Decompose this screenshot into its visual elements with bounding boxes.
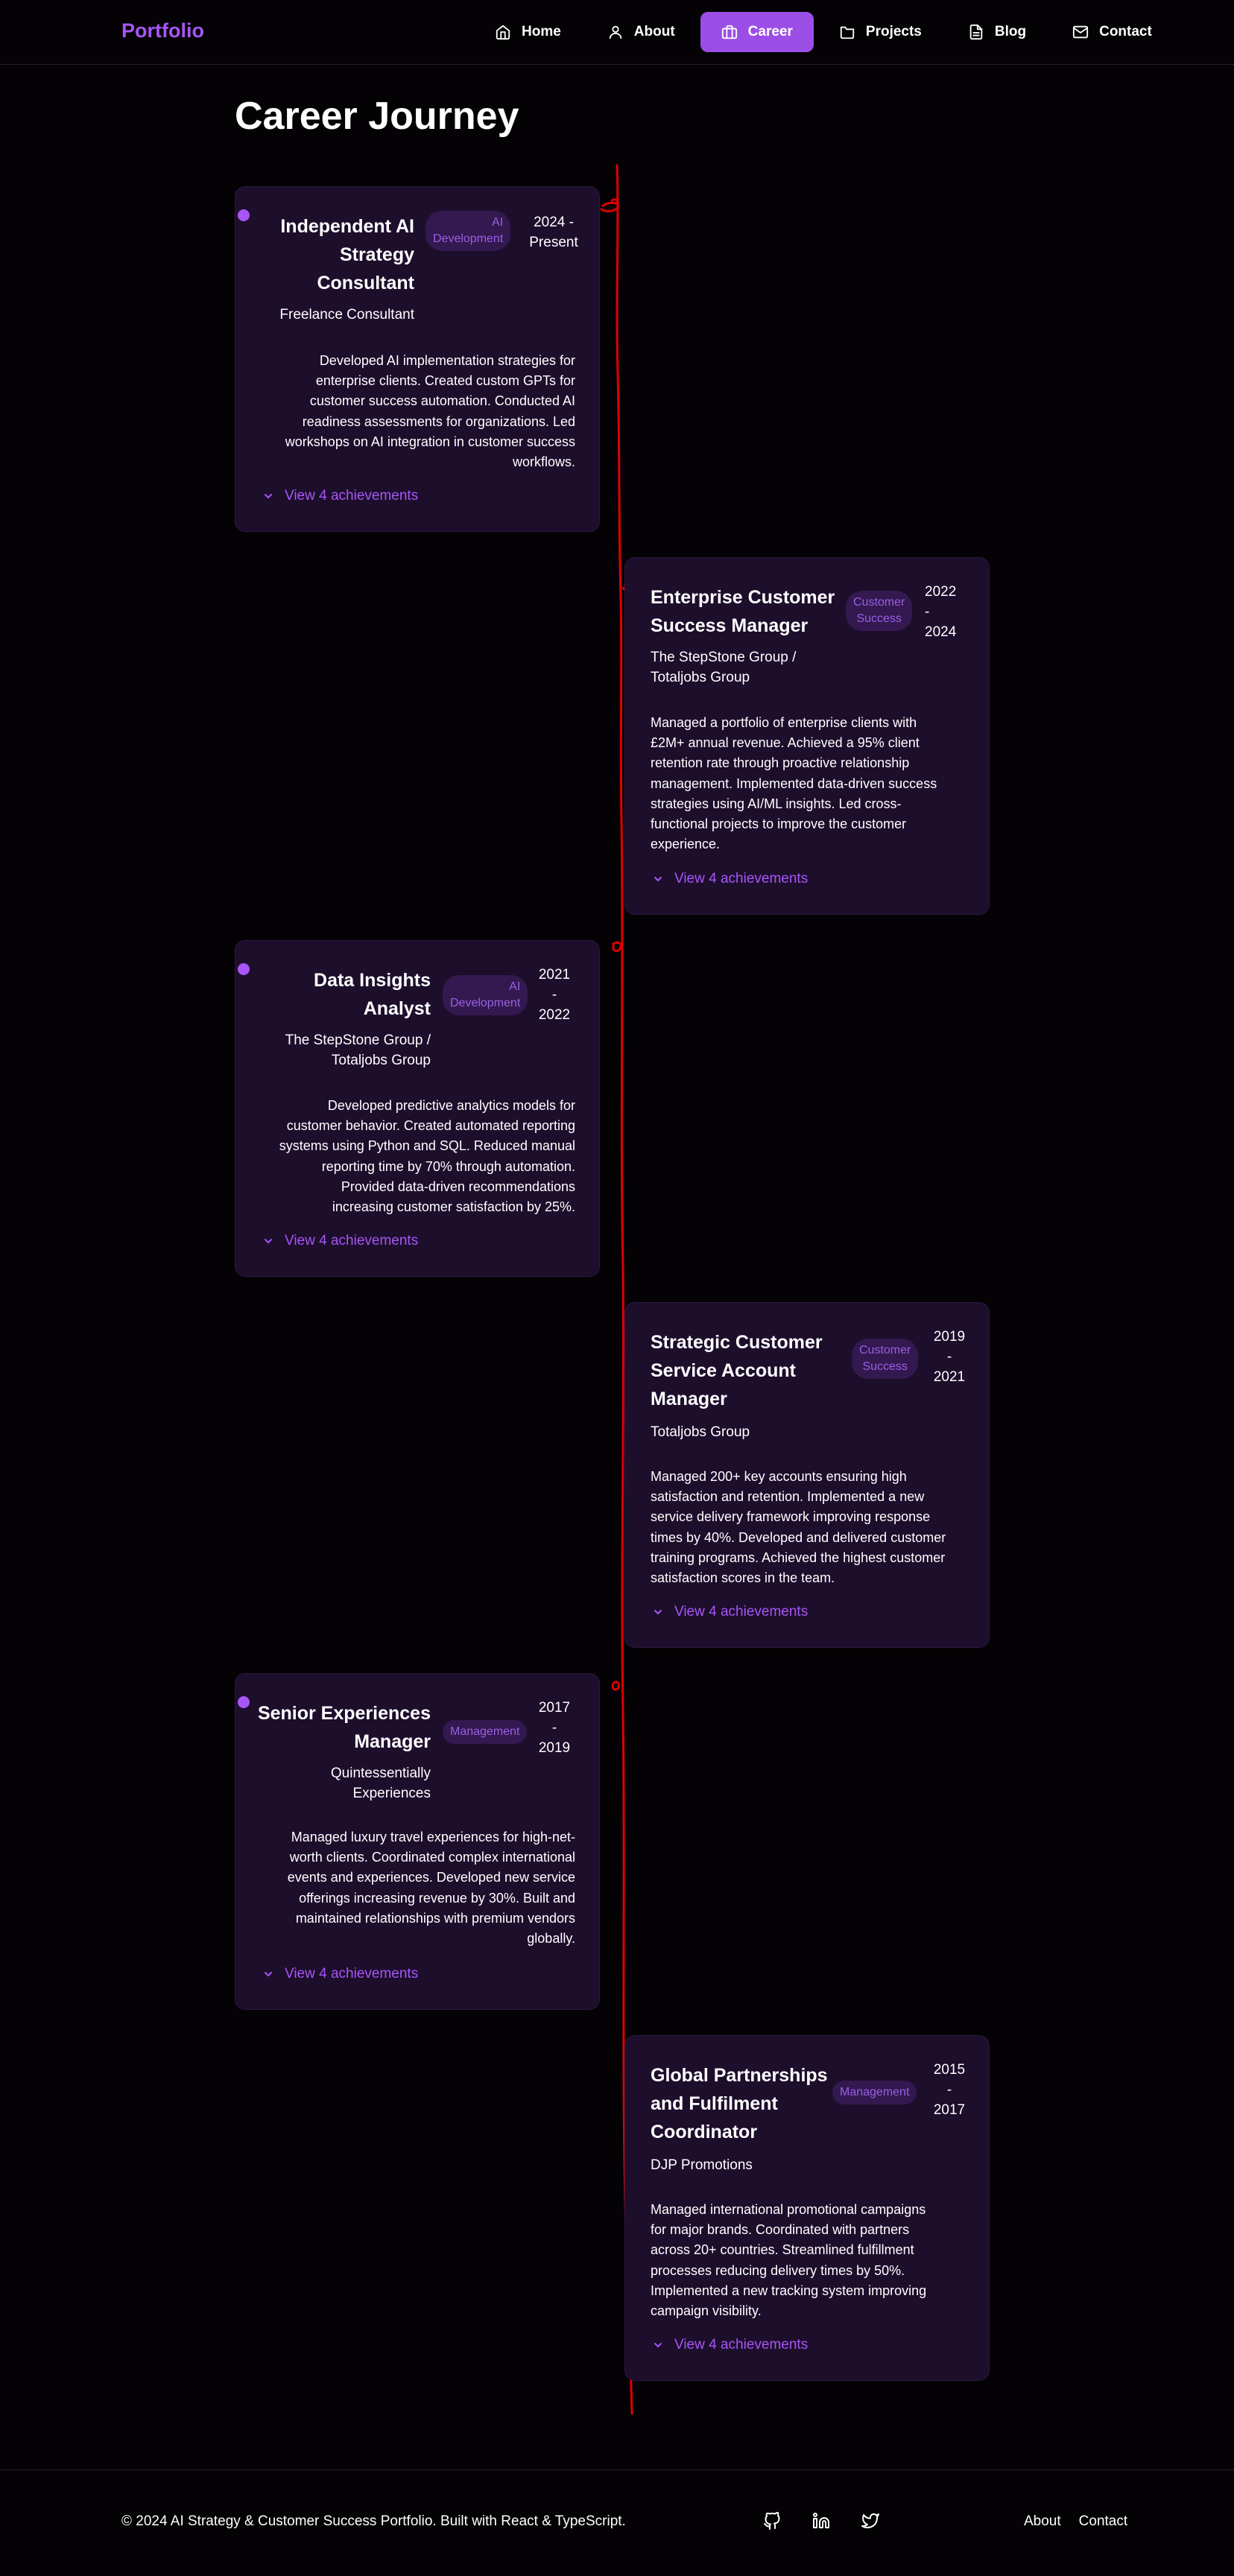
category-badge: Customer Success [846, 591, 913, 631]
timeline-dot [238, 1696, 250, 1708]
career-card-5: Senior Experiences Manager Management 20… [235, 1673, 600, 2010]
twitter-icon[interactable] [861, 2512, 879, 2530]
chevron-down-icon [654, 877, 662, 882]
date-range: 2017 - 2019 [538, 1700, 571, 1756]
job-title: Global Partnerships and Fulfilment Coord… [651, 2065, 828, 2142]
view-achievements-toggle[interactable]: View 4 achievements [652, 871, 808, 887]
job-title: Data Insights Analyst [314, 970, 431, 1019]
career-card-1: Independent AI Strategy Consultant AI De… [235, 186, 600, 532]
nav-home-label: Home [522, 24, 561, 39]
company-name: Quintessentially Experiences [330, 1766, 431, 1801]
chevron-down-icon [265, 494, 272, 499]
linkedin-icon[interactable] [812, 2512, 830, 2530]
toggle-label: View 4 achievements [674, 2337, 809, 2353]
toggle-label: View 4 achievements [285, 488, 419, 504]
date-range: 2024 - Present [529, 215, 578, 250]
company-name: The StepStone Group / Totaljobs Group [285, 1032, 431, 1068]
footer: © 2024 AI Strategy & Customer Success Po… [0, 2469, 1234, 2576]
nav-contact[interactable]: Contact [1051, 12, 1173, 52]
view-achievements-toggle[interactable]: View 4 achievements [262, 1966, 418, 1982]
briefcase-icon [721, 25, 737, 39]
category-badge: AI Development [425, 211, 511, 251]
view-achievements-toggle[interactable]: View 4 achievements [652, 2337, 808, 2353]
job-description: Developed AI implementation strategies f… [285, 353, 575, 470]
top-nav: Portfolio Home About Career Projects Blo… [0, 0, 1234, 65]
toggle-label: View 4 achievements [674, 1604, 809, 1619]
document-icon [969, 24, 983, 40]
category-badge: Customer Success [852, 1339, 919, 1379]
nav-about[interactable]: About [586, 12, 696, 52]
category-badge: AI Development [443, 975, 528, 1015]
nav-career-label: Career [747, 24, 793, 39]
job-title: Independent AI Strategy Consultant [280, 216, 414, 294]
company-name: The StepStone Group / Totaljobs Group [651, 650, 797, 685]
date-range: 2021 - 2022 [538, 967, 571, 1023]
user-icon [609, 25, 622, 39]
date-range: 2015 - 2017 [933, 2062, 966, 2118]
career-card-6: Global Partnerships and Fulfilment Coord… [624, 2035, 990, 2381]
company-name: DJP Promotions [651, 2157, 753, 2173]
company-name: Freelance Consultant [279, 307, 414, 323]
company-name: Totaljobs Group [651, 1424, 750, 1440]
nav-blog-label: Blog [994, 24, 1027, 39]
job-title: Senior Experiences Manager [257, 1703, 431, 1752]
job-description: Managed international promotional campai… [651, 2202, 927, 2319]
logo[interactable]: Portfolio [121, 19, 204, 42]
career-card-4: Strategic Customer Service Account Manag… [624, 1302, 990, 1648]
job-description: Managed 200+ key accounts ensuring high … [651, 1469, 946, 1586]
job-description: Developed predictive analytics models fo… [279, 1098, 575, 1215]
date-range: 2019 - 2021 [933, 1329, 966, 1385]
toggle-label: View 4 achievements [285, 1966, 419, 1982]
mail-icon [1073, 25, 1089, 39]
nav-career[interactable]: Career [700, 12, 814, 52]
job-description: Managed a portfolio of enterprise client… [651, 715, 937, 852]
nav-home[interactable]: Home [474, 12, 582, 52]
date-range: 2022 - 2024 [925, 584, 957, 640]
job-description: Managed luxury travel experiences for hi… [287, 1830, 575, 1947]
footer-link-about[interactable]: About [1024, 2513, 1061, 2530]
folder-icon [840, 26, 855, 39]
chevron-down-icon [265, 1972, 272, 1977]
home-icon [496, 25, 510, 40]
job-title: Strategic Customer Service Account Manag… [651, 1332, 823, 1409]
chevron-down-icon [654, 1610, 662, 1615]
chevron-down-icon [265, 1239, 272, 1244]
career-card-3: Data Insights Analyst AI Development 202… [235, 940, 600, 1277]
nav-blog[interactable]: Blog [947, 12, 1047, 52]
category-badge: Management [443, 1720, 528, 1744]
toggle-label: View 4 achievements [285, 1233, 419, 1249]
nav-links: Home About Career Projects Blog Contact [474, 12, 1177, 52]
timeline-line [599, 164, 638, 2415]
footer-social-icons [763, 2511, 879, 2530]
timeline-dot [238, 963, 250, 975]
github-icon[interactable] [763, 2511, 781, 2530]
view-achievements-toggle[interactable]: View 4 achievements [262, 1233, 418, 1249]
nav-contact-label: Contact [1099, 24, 1152, 39]
nav-projects[interactable]: Projects [818, 12, 943, 52]
view-achievements-toggle[interactable]: View 4 achievements [652, 1604, 808, 1620]
chevron-down-icon [654, 2343, 662, 2348]
career-card-2: Enterprise Customer Success Manager Cust… [624, 557, 990, 915]
category-badge: Management [832, 2081, 917, 2104]
view-achievements-toggle[interactable]: View 4 achievements [262, 488, 418, 504]
toggle-label: View 4 achievements [674, 871, 809, 886]
footer-links: About Contact [1024, 2513, 1127, 2530]
nav-about-label: About [633, 24, 675, 39]
page-title: Career Journey [235, 95, 519, 138]
nav-projects-label: Projects [865, 24, 922, 39]
timeline-dot [238, 209, 250, 221]
footer-copyright: © 2024 AI Strategy & Customer Success Po… [121, 2513, 626, 2529]
job-title: Enterprise Customer Success Manager [651, 587, 835, 636]
footer-link-contact[interactable]: Contact [1079, 2513, 1127, 2530]
